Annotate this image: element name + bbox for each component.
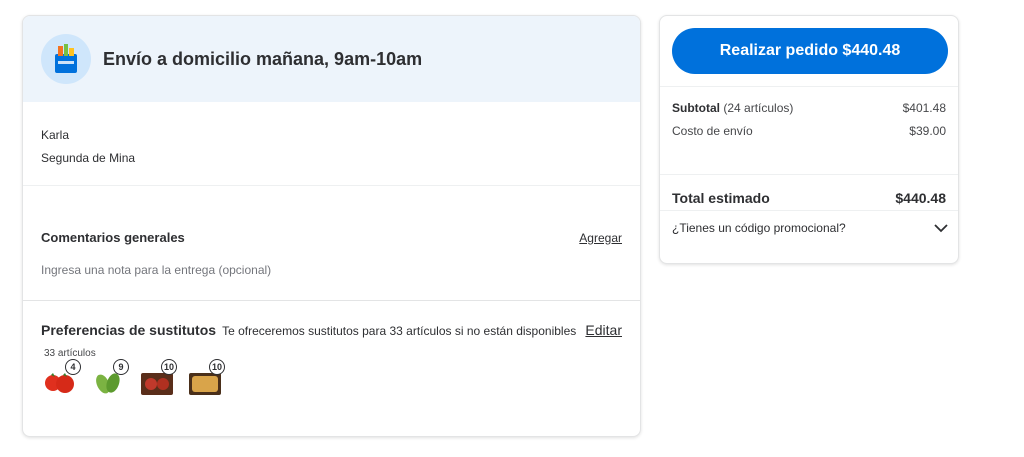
delivery-address: Karla Segunda de Mina [23,102,640,186]
subtotal-value: $401.48 [902,101,946,115]
general-comments-section: Comentarios generales Agregar Ingresa un… [41,230,622,277]
quantity-badge: 10 [209,359,225,375]
substitute-item: 4 [41,359,85,397]
shipping-cost-row: Costo de envío $39.00 [672,124,946,138]
quantity-badge: 9 [113,359,129,375]
total-row: Total estimado $440.48 [672,190,946,206]
summary-divider [660,86,958,87]
chevron-down-icon [934,224,948,233]
substitute-item: 9 [89,359,133,397]
address-line: Segunda de Mina [41,151,136,165]
shipping-cost-value: $39.00 [909,124,946,138]
subtotal-count: (24 artículos) [723,101,794,115]
substitutes-description: Te ofreceremos sustitutos para 33 artícu… [222,324,577,338]
promo-code-label: ¿Tienes un código promocional? [672,221,846,235]
substitute-item: 10 [185,359,229,397]
address-name: Karla [41,128,70,142]
edit-substitutes-link[interactable]: Editar [585,322,622,338]
add-comment-link[interactable]: Agregar [579,231,622,245]
promo-code-toggle[interactable]: ¿Tienes un código promocional? [672,221,948,235]
substitute-item: 10 [137,359,181,397]
comments-title: Comentarios generales [41,230,185,245]
substitute-items: 4 9 10 10 [41,359,622,397]
subtotal-label: Subtotal [672,101,720,115]
quantity-badge: 10 [161,359,177,375]
walmart-bag-icon [41,34,91,84]
subtotal-row: Subtotal (24 artículos) $401.48 [672,101,946,115]
shipping-header: Envío a domicilio mañana, 9am-10am [23,16,640,102]
total-value: $440.48 [895,190,946,206]
shipping-card: Envío a domicilio mañana, 9am-10am Karla… [22,15,641,437]
substitutes-count: 33 artículos [44,348,96,359]
substitutes-section: Preferencias de sustitutos Te ofreceremo… [41,322,622,397]
substitutes-title: Preferencias de sustitutos [41,322,217,338]
quantity-badge: 4 [65,359,81,375]
shipping-title: Envío a domicilio mañana, 9am-10am [103,48,423,69]
order-summary-card: Realizar pedido $440.48 Subtotal (24 art… [659,15,959,264]
summary-divider [660,174,958,175]
total-label: Total estimado [672,190,770,206]
comments-placeholder: Ingresa una nota para la entrega (opcion… [41,263,272,277]
section-divider [23,300,640,301]
place-order-button[interactable]: Realizar pedido $440.48 [672,28,948,74]
shipping-cost-label: Costo de envío [672,124,753,138]
summary-divider [660,210,958,211]
